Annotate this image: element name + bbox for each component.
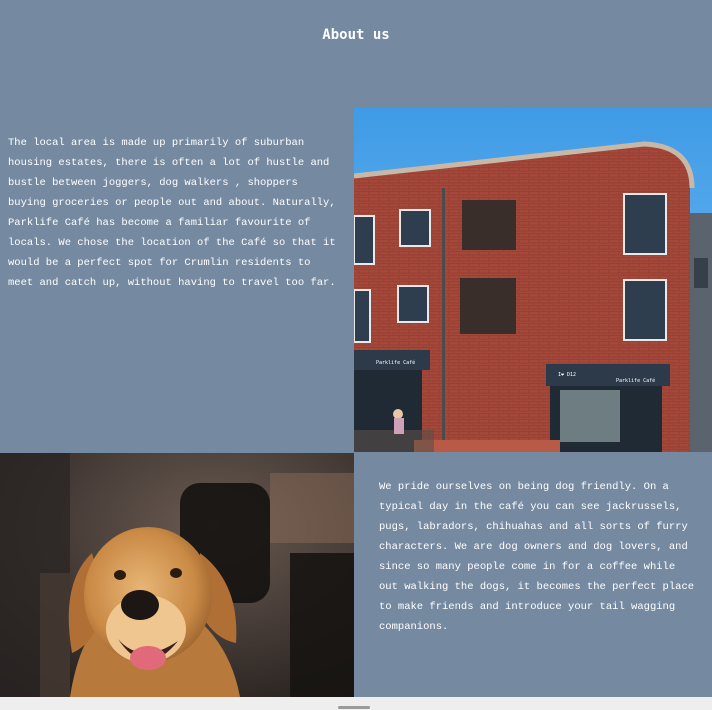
dog-friendly-paragraph: We pride ourselves on being dog friendly… bbox=[379, 481, 695, 633]
cafe-building-photo: Parklife Café I❤ D12 Parklife Café bbox=[354, 108, 712, 452]
golden-retriever-photo bbox=[0, 453, 354, 697]
scroll-handle[interactable] bbox=[338, 706, 370, 709]
sign-right-text: Parklife Café bbox=[616, 377, 655, 384]
sign-left-text: Parklife Café bbox=[376, 359, 415, 366]
page-title: About us bbox=[322, 27, 390, 43]
sign-small-text: I❤ D12 bbox=[558, 372, 576, 378]
intro-paragraph: The local area is made up primarily of s… bbox=[8, 137, 336, 289]
